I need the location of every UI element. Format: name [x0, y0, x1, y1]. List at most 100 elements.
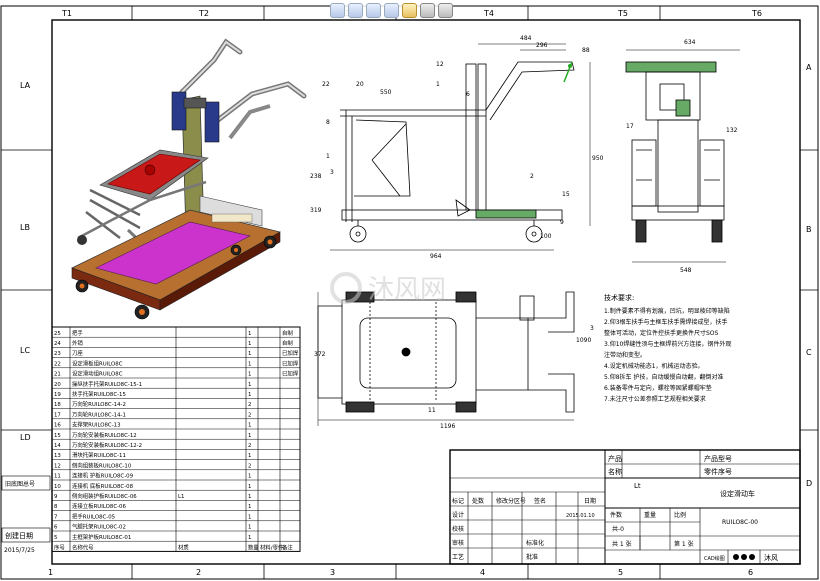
drawing-title: 设定滑动车 — [720, 489, 755, 498]
bom-cell: 1 — [248, 484, 251, 490]
stage-value: 共-0 — [612, 525, 624, 533]
view-settings-icon[interactable] — [438, 2, 453, 18]
logo-label: 沐风 — [764, 553, 778, 562]
section-view-icon[interactable] — [366, 2, 381, 18]
end-view — [625, 49, 740, 263]
cad-label: CAD绘图 — [704, 555, 725, 562]
bom-cell: 8 — [54, 504, 58, 510]
bom-cell: 14 — [54, 443, 61, 449]
bom-cell: 15 — [54, 433, 61, 439]
callout-3b: 3 — [590, 325, 594, 332]
dim-634: 634 — [684, 39, 696, 46]
zone-B4: 4 — [480, 568, 485, 577]
zone-B5: 5 — [618, 568, 623, 577]
zone-LB: LB — [20, 223, 30, 232]
tech-title: 技术要求: — [604, 293, 634, 302]
callout-1: 1 — [326, 153, 330, 160]
bom-cell: 22 — [54, 361, 61, 367]
bom-cell: 设定滑板组RUILO8C — [72, 359, 123, 367]
tech-item: 7.未注尺寸公差参照工艺规程相关要求 — [604, 395, 706, 403]
callout-9: 9 — [560, 219, 564, 226]
sign-review-label: 审核 — [452, 539, 464, 547]
dim-1196: 1196 — [440, 423, 455, 430]
dim-238: 238 — [310, 173, 322, 180]
product-model-label: 产品型号 — [704, 454, 732, 463]
watermark: 沐风网 — [330, 272, 446, 305]
bom-cell: 万向轮安装板RUILO8C-12 — [72, 431, 137, 439]
bom-cell: 已加焊 — [282, 370, 299, 378]
bom-cell: L1 — [178, 494, 184, 500]
bom-cell: 支撑架RUILO8C-13 — [72, 421, 121, 429]
bom-cell: 1 — [248, 382, 251, 388]
callout-22a: 22 — [322, 81, 330, 88]
bom-cell: 1 — [248, 433, 251, 439]
bom-cell: 连接立板RUILO8C-06 — [72, 502, 126, 510]
bom-cell: 外销 — [72, 339, 83, 347]
bom-cell: 1 — [248, 504, 251, 510]
dim-950: 950 — [592, 155, 604, 162]
bom-cell: 1 — [248, 453, 251, 459]
zoom-fit-icon[interactable] — [330, 2, 345, 18]
part-no-label: 零件序号 — [704, 467, 732, 476]
zone-T2: T2 — [198, 9, 209, 18]
dim-132: 132 — [726, 127, 738, 134]
zone-B6: 6 — [748, 568, 753, 577]
product-label: 产品 — [608, 454, 622, 463]
bom-cell: 2 — [248, 412, 251, 418]
bom-cell: 自制 — [282, 329, 293, 337]
zone-RA: A — [806, 63, 812, 72]
rev-header-sign: 签名 — [534, 497, 546, 505]
bom-header-cell: 序号 — [54, 543, 65, 551]
bom-cell: 滑块托架RUILO8C-11 — [72, 451, 126, 459]
designer-date: 2015.01.10 — [566, 513, 595, 519]
stage-weight-label: 重量 — [644, 511, 656, 519]
bom-cell: 5 — [54, 535, 57, 541]
tech-item: 3.仰10焊缝性须与主框焊前兴方连接，钢件外观 — [604, 340, 731, 348]
bom-cell: 2 — [248, 463, 251, 469]
bom-cell: 侧向组装护板RUILO8C-06 — [72, 492, 137, 500]
callout-2: 2 — [530, 173, 534, 180]
bom-cell: 25 — [54, 331, 61, 337]
bom-cell: 1 — [248, 392, 251, 398]
callout-8: 8 — [326, 119, 330, 126]
zone-T1: T1 — [61, 9, 72, 18]
bom-cell: 21 — [54, 372, 61, 378]
bom-cell: 已加焊 — [282, 359, 299, 367]
bom-cell: 18 — [54, 402, 61, 408]
bom-cell: 把手RUILO8C-05 — [72, 512, 115, 520]
tech-requirements: 技术要求: 1.制件要素不得有划痕，凹坑，明显棱印等缺陷 2.仰3根车扶手与主框… — [604, 293, 731, 403]
old-drawing-no-label: 旧底图总号 — [5, 480, 35, 488]
bom-cell: 刀座 — [72, 349, 83, 357]
dim-372: 372 — [314, 351, 326, 358]
bom-cell: 2 — [248, 402, 251, 408]
bom-cell: 10 — [54, 484, 61, 490]
bom-cell: 已加焊 — [282, 349, 299, 357]
callout-12: 12 — [436, 61, 444, 68]
tech-item: 1.制件要素不得有划痕，凹坑，明显棱印等缺陷 — [604, 307, 730, 315]
bom-cell: 1 — [248, 351, 251, 357]
dim-88: 88 — [582, 47, 590, 54]
bom-header-cell: 备注 — [282, 543, 293, 551]
tech-item: 注带动和变型。 — [604, 351, 646, 359]
sign-process-label: 工艺 — [452, 553, 464, 561]
tech-item: 整体可活动，定位件控扶手更换件尺寸SOS — [604, 329, 719, 337]
name-label: 名称 — [608, 467, 622, 476]
appearance-icon[interactable] — [420, 2, 435, 18]
bom-cell: 20 — [54, 382, 61, 388]
zoom-area-icon[interactable] — [348, 2, 363, 18]
bom-cell: 连接机 底板RUILO8C-08 — [72, 482, 134, 490]
drawing-number: RUILO8C-00 — [722, 519, 758, 526]
callout-20: 20 — [356, 81, 364, 88]
bom-cell: 万向轮RUILO8C-14-2 — [72, 400, 126, 408]
dim-484: 484 — [520, 35, 532, 42]
rotate-icon[interactable] — [384, 2, 399, 18]
callout-15: 15 — [562, 191, 570, 198]
stage-count-label: 件数 — [610, 511, 622, 519]
bom-cell: 24 — [54, 341, 61, 347]
bom-cell: 自制 — [282, 339, 293, 347]
display-style-icon[interactable] — [402, 2, 417, 18]
bom-cell: 1 — [248, 361, 251, 367]
bom-header-cell: 数量 — [248, 543, 259, 551]
create-date: 2015/7/25 — [4, 547, 35, 554]
tech-item: 2.仰3根车扶手与主框车扶手需焊接成型，扶手 — [604, 318, 728, 326]
